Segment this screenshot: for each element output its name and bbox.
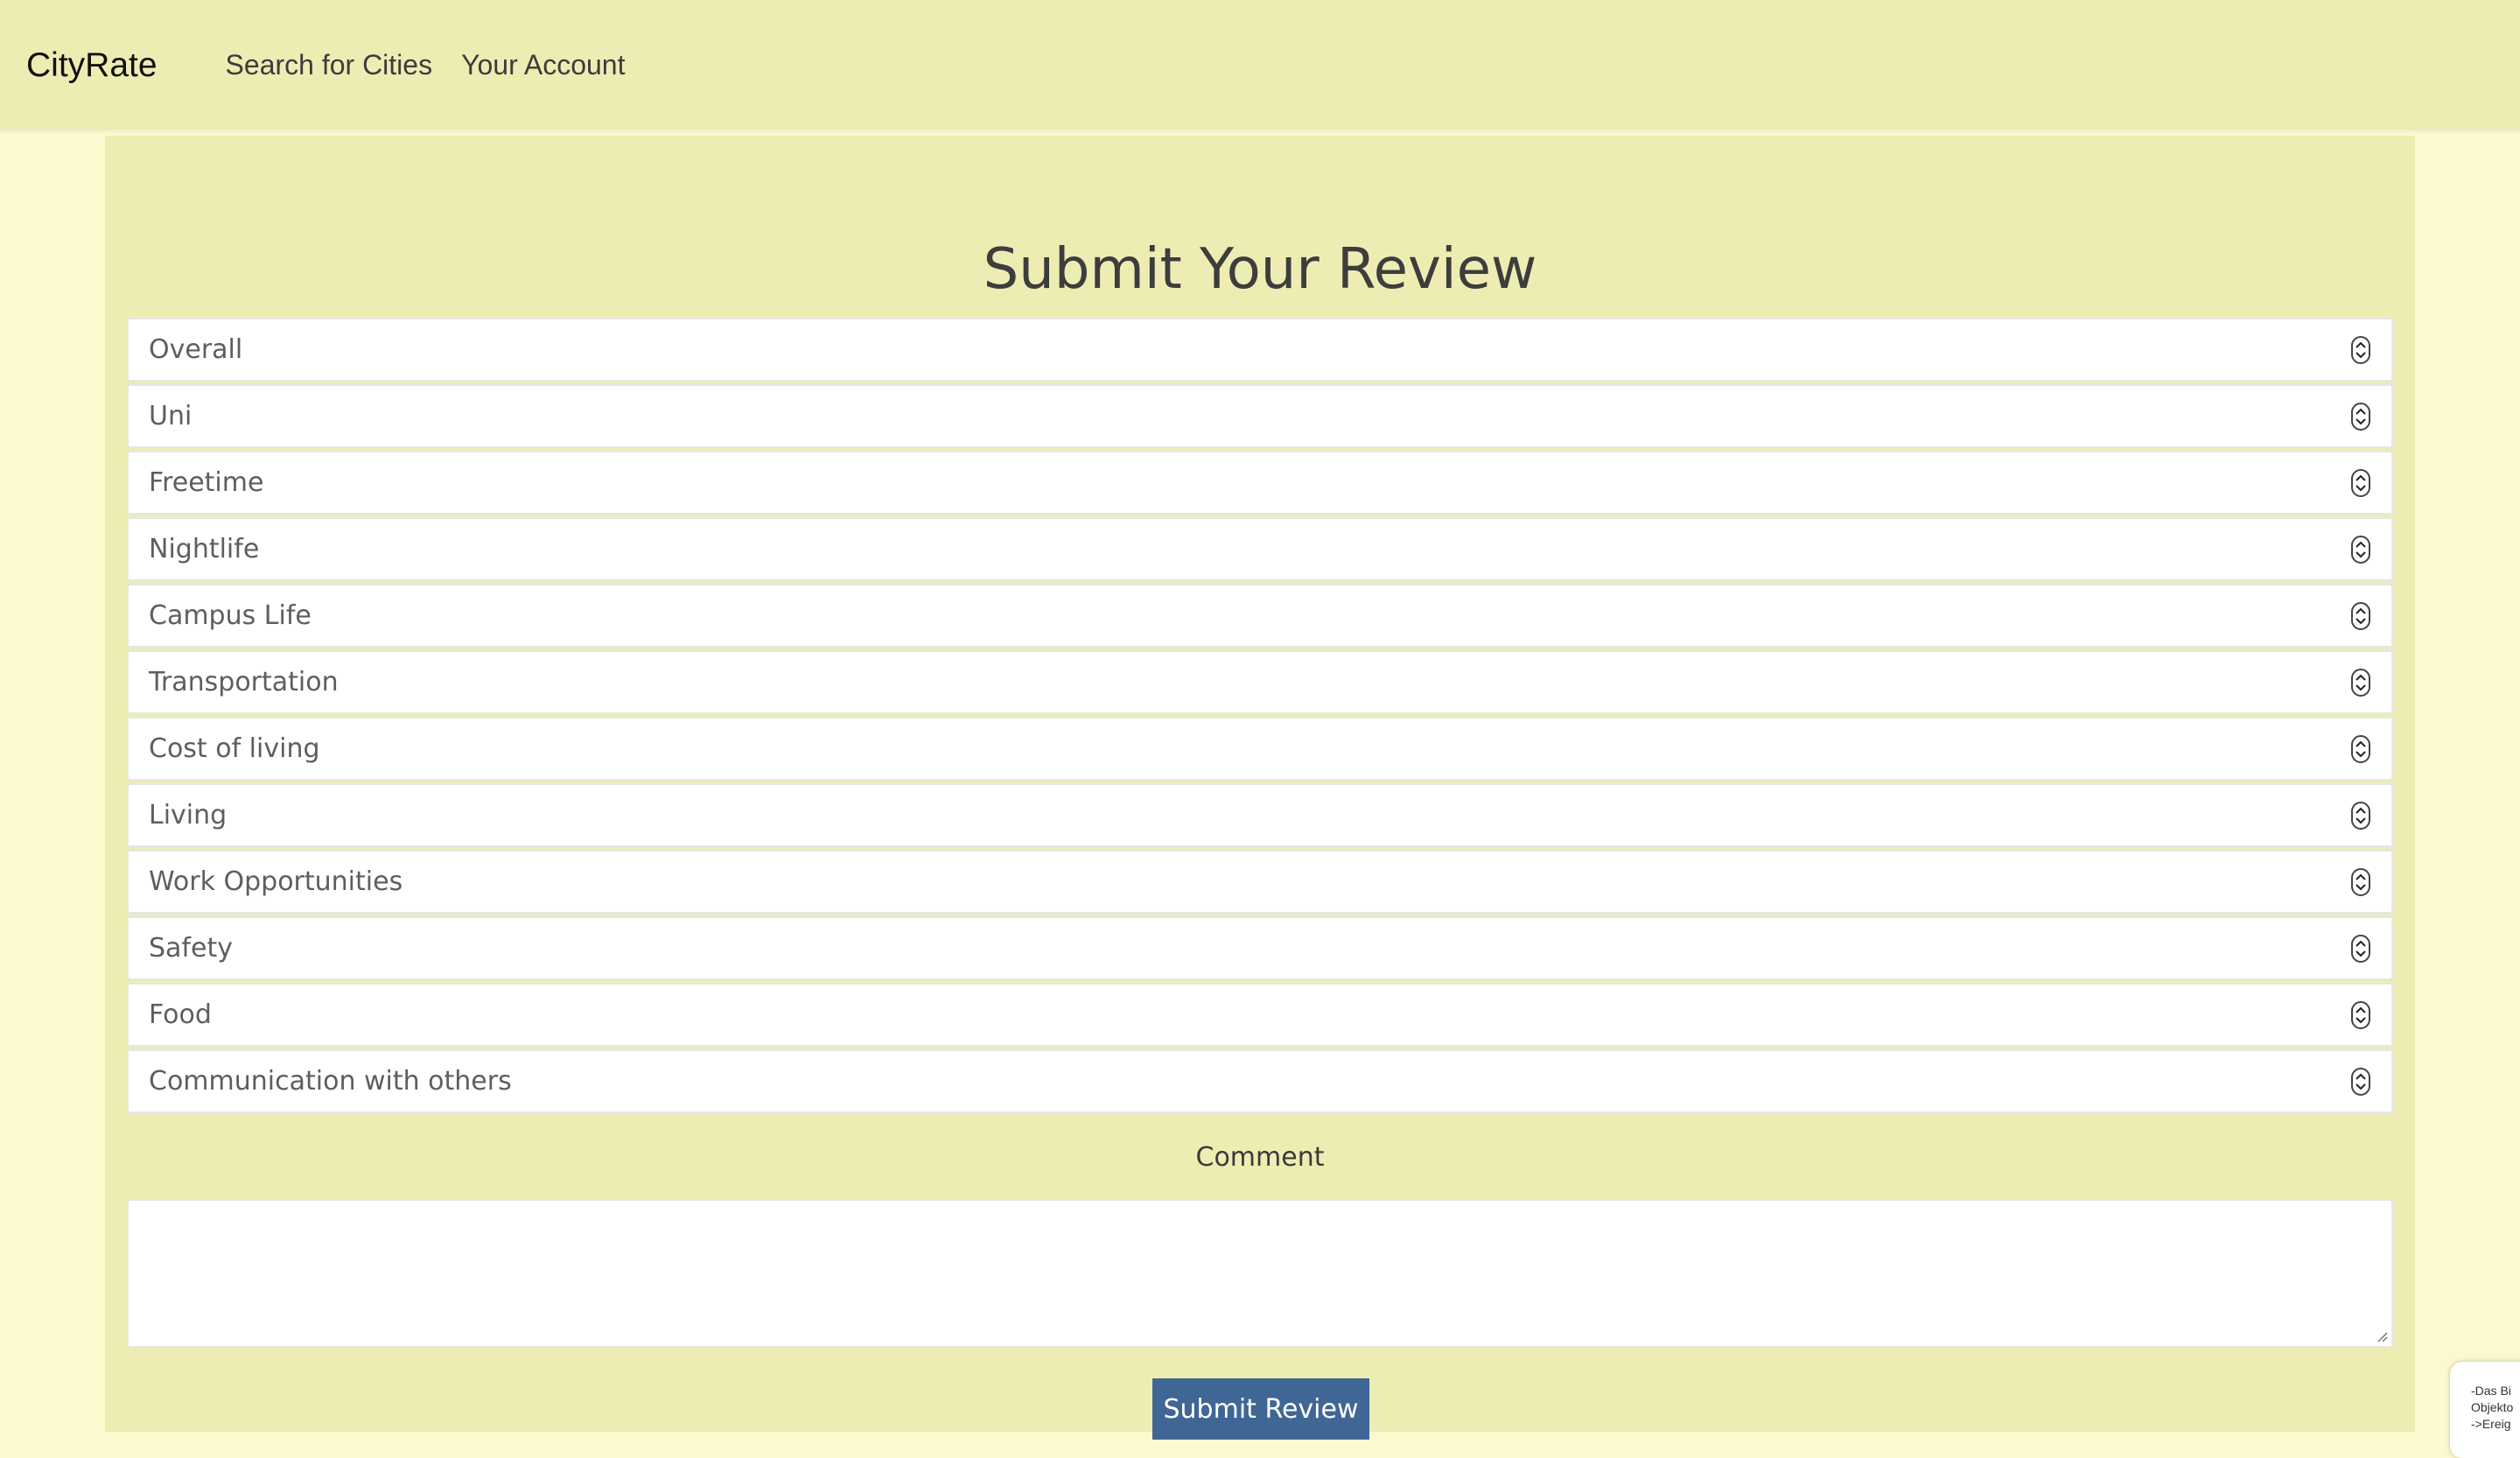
side-note-line: Objekto bbox=[2471, 1400, 2514, 1414]
select-label: Cost of living bbox=[149, 733, 320, 764]
select-arrows-icon bbox=[2351, 868, 2370, 896]
select-label: Overall bbox=[149, 334, 243, 365]
select-label: Communication with others bbox=[149, 1066, 512, 1097]
select-arrows-icon bbox=[2351, 802, 2370, 830]
top-navbar: CityRate Search for Cities Your Account bbox=[0, 0, 2520, 133]
rating-select-freetime[interactable]: Freetime bbox=[127, 451, 2393, 515]
select-label: Food bbox=[149, 999, 212, 1030]
rating-select-uni[interactable]: Uni bbox=[127, 384, 2393, 448]
side-popup-card[interactable]: -Das Bi Objekto ->Ereig bbox=[2450, 1362, 2520, 1458]
rating-select-campus-life[interactable]: Campus Life bbox=[127, 584, 2393, 648]
select-arrows-icon bbox=[2351, 1068, 2370, 1096]
select-label: Uni bbox=[149, 401, 192, 431]
rating-select-safety[interactable]: Safety bbox=[127, 916, 2393, 980]
rating-select-nightlife[interactable]: Nightlife bbox=[127, 517, 2393, 581]
select-arrows-icon bbox=[2351, 669, 2370, 697]
select-label: Campus Life bbox=[149, 600, 312, 631]
nav-link-your-account[interactable]: Your Account bbox=[461, 49, 625, 81]
nav-link-search-cities[interactable]: Search for Cities bbox=[226, 49, 433, 81]
select-label: Living bbox=[149, 800, 228, 831]
select-arrows-icon bbox=[2351, 469, 2370, 497]
comment-label: Comment bbox=[1195, 1142, 1325, 1173]
select-label: Nightlife bbox=[149, 534, 260, 564]
rating-select-communication[interactable]: Communication with others bbox=[127, 1049, 2393, 1113]
select-arrows-icon bbox=[2351, 735, 2370, 763]
brand-logo[interactable]: CityRate bbox=[26, 46, 158, 85]
select-label: Safety bbox=[149, 933, 233, 964]
rating-select-living[interactable]: Living bbox=[127, 783, 2393, 847]
select-label: Work Opportunities bbox=[149, 866, 403, 897]
comment-textarea[interactable] bbox=[127, 1199, 2393, 1348]
rating-select-list: Overall Uni Freetime Nightlife Campus Li… bbox=[127, 318, 2393, 1116]
select-arrows-icon bbox=[2351, 536, 2370, 564]
rating-select-overall[interactable]: Overall bbox=[127, 318, 2393, 382]
select-label: Freetime bbox=[149, 467, 264, 498]
select-arrows-icon bbox=[2351, 602, 2370, 630]
select-arrows-icon bbox=[2351, 403, 2370, 431]
submit-review-button[interactable]: Submit Review bbox=[1152, 1378, 1369, 1440]
select-label: Transportation bbox=[149, 667, 339, 697]
side-note-line: ->Ereig bbox=[2471, 1417, 2511, 1431]
page-title: Submit Your Review bbox=[983, 237, 1537, 302]
rating-select-transportation[interactable]: Transportation bbox=[127, 650, 2393, 714]
resize-grip-icon[interactable] bbox=[2376, 1330, 2388, 1342]
rating-select-work-opportunities[interactable]: Work Opportunities bbox=[127, 850, 2393, 914]
rating-select-food[interactable]: Food bbox=[127, 983, 2393, 1047]
select-arrows-icon bbox=[2351, 1001, 2370, 1029]
select-arrows-icon bbox=[2351, 935, 2370, 963]
review-form-panel: Submit Your Review Overall Uni Freetime … bbox=[105, 136, 2415, 1440]
select-arrows-icon bbox=[2351, 336, 2370, 364]
rating-select-cost-of-living[interactable]: Cost of living bbox=[127, 717, 2393, 781]
side-note-line: -Das Bi bbox=[2471, 1384, 2511, 1398]
